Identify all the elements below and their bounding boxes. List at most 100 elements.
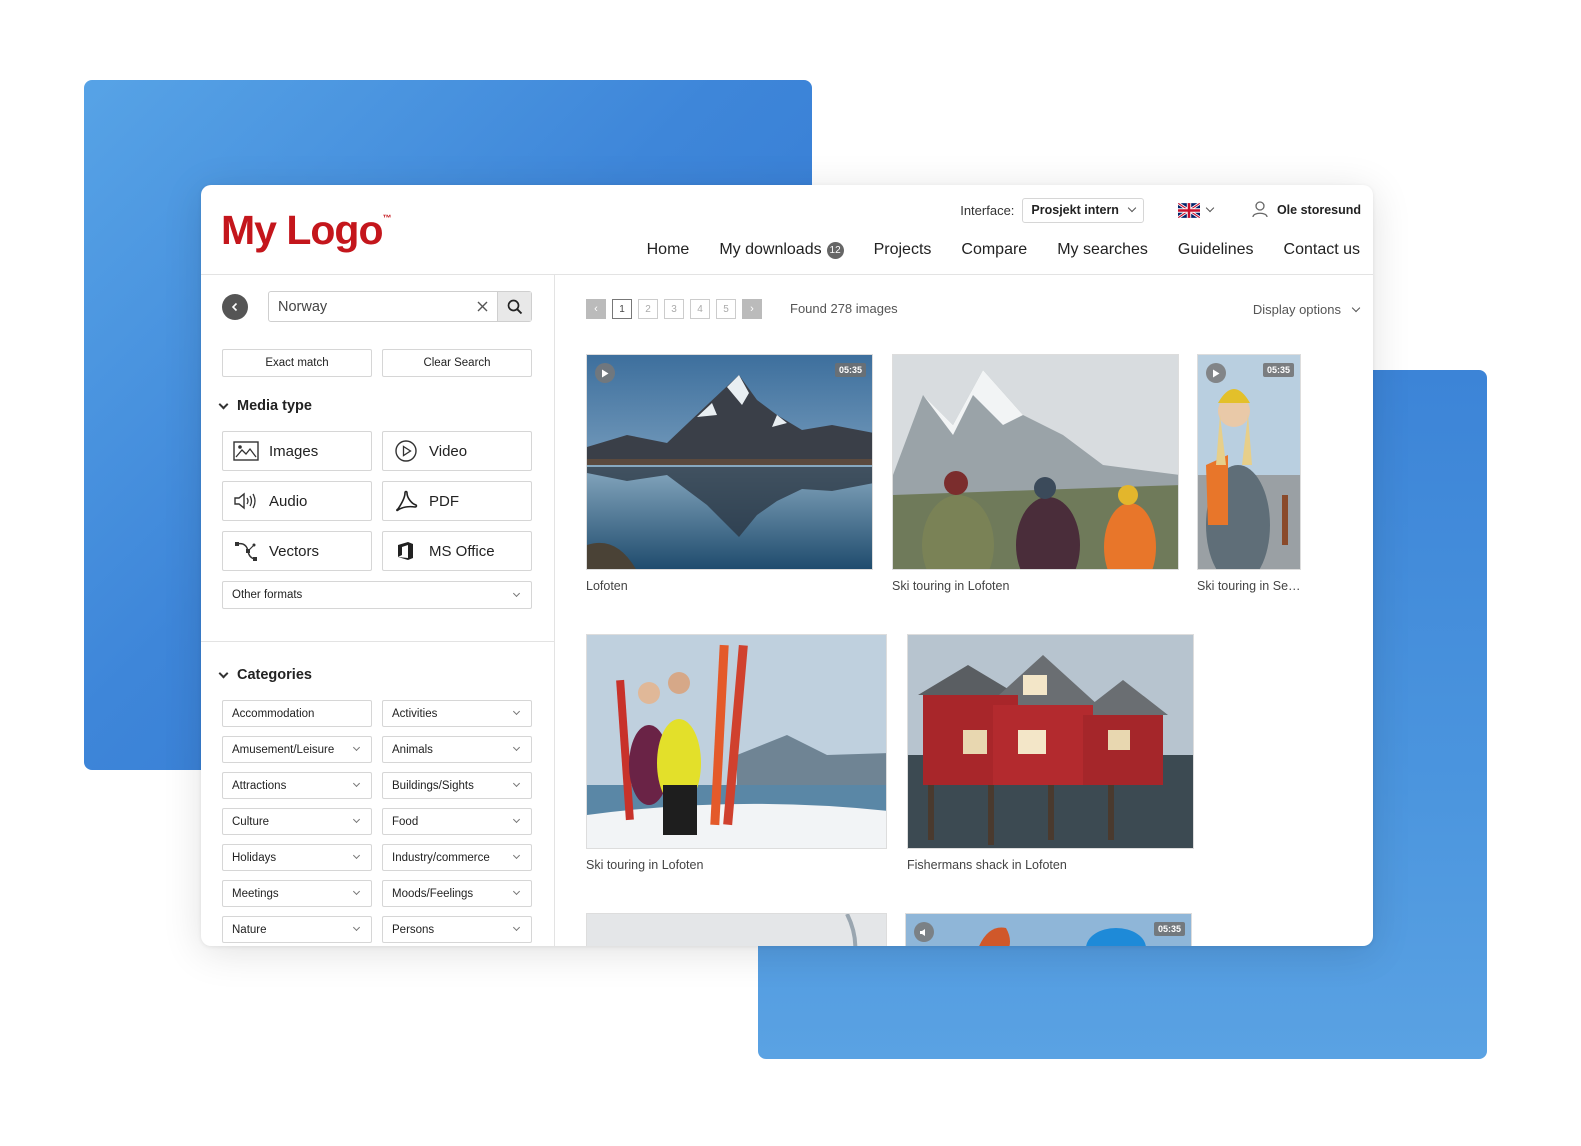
category-moods-feelings[interactable]: Moods/Feelings bbox=[382, 880, 532, 907]
media-type-grid: Images Video Audio PDF Vectors MS Office bbox=[222, 431, 532, 571]
category-animals[interactable]: Animals bbox=[382, 736, 532, 763]
chevron-down-icon bbox=[352, 851, 361, 860]
category-label: Animals bbox=[392, 743, 433, 756]
media-vectors-label: Vectors bbox=[269, 542, 320, 560]
category-label: Meetings bbox=[232, 887, 279, 900]
category-nature[interactable]: Nature bbox=[222, 916, 372, 943]
category-label: Buildings/Sights bbox=[392, 779, 474, 792]
category-activities[interactable]: Activities bbox=[382, 700, 532, 727]
search-icon bbox=[507, 299, 522, 314]
result-card[interactable]: Fishermans shack in Lofoten bbox=[907, 634, 1194, 874]
nav-my-searches[interactable]: My searches bbox=[1057, 241, 1148, 259]
category-meetings[interactable]: Meetings bbox=[222, 880, 372, 907]
uk-flag-icon bbox=[1177, 202, 1200, 218]
speaker-icon bbox=[223, 491, 269, 511]
result-thumbnail[interactable]: 05:35 bbox=[1197, 354, 1301, 570]
downloads-count-badge: 12 bbox=[826, 241, 844, 259]
nav-contact-us[interactable]: Contact us bbox=[1284, 241, 1360, 259]
close-icon[interactable] bbox=[467, 292, 497, 321]
page-link[interactable]: 5 bbox=[716, 299, 736, 319]
media-ms-office-button[interactable]: MS Office bbox=[382, 531, 532, 571]
back-button[interactable] bbox=[222, 294, 248, 320]
page-link[interactable]: 3 bbox=[664, 299, 684, 319]
media-vectors-button[interactable]: Vectors bbox=[222, 531, 372, 571]
chevron-down-icon bbox=[512, 707, 521, 716]
category-label: Nature bbox=[232, 923, 267, 936]
media-pdf-button[interactable]: PDF bbox=[382, 481, 532, 521]
page-link[interactable]: 2 bbox=[638, 299, 658, 319]
nav-my-downloads[interactable]: My downloads 12 bbox=[719, 241, 844, 259]
category-culture[interactable]: Culture bbox=[222, 808, 372, 835]
result-card[interactable]: 05:35 Ski touring in Se… bbox=[1197, 354, 1301, 594]
category-industry-commerce[interactable]: Industry/commerce bbox=[382, 844, 532, 871]
result-count: Found 278 images bbox=[790, 301, 898, 316]
page-link[interactable]: 4 bbox=[690, 299, 710, 319]
category-attractions[interactable]: Attractions bbox=[222, 772, 372, 799]
result-card[interactable]: 05:35 bbox=[905, 913, 1192, 946]
category-label: Culture bbox=[232, 815, 270, 828]
category-holidays[interactable]: Holidays bbox=[222, 844, 372, 871]
user-menu[interactable]: Ole storesund bbox=[1251, 200, 1361, 221]
media-images-button[interactable]: Images bbox=[222, 431, 372, 471]
chevron-down-icon bbox=[352, 779, 361, 788]
chevron-down-icon bbox=[218, 399, 229, 409]
category-buildings-sights[interactable]: Buildings/Sights bbox=[382, 772, 532, 799]
clear-search-button[interactable]: Clear Search bbox=[382, 349, 532, 377]
results-area: ‹ 1 2 3 4 5 › Found 278 images Display o… bbox=[556, 275, 1373, 946]
chevron-down-icon bbox=[352, 887, 361, 896]
topbar: Interface: Prosjekt intern Ole storesund bbox=[960, 197, 1361, 223]
category-accommodation[interactable]: Accommodation bbox=[222, 700, 372, 727]
result-thumbnail[interactable]: 05:35 bbox=[905, 913, 1192, 946]
page-link[interactable]: 1 bbox=[612, 299, 632, 319]
result-card[interactable]: 05:35 Lofoten bbox=[586, 354, 873, 594]
media-type-toggle[interactable]: Media type bbox=[218, 398, 312, 414]
result-thumbnail[interactable] bbox=[586, 634, 887, 849]
nav-home[interactable]: Home bbox=[647, 241, 690, 259]
chevron-down-icon bbox=[352, 743, 361, 752]
result-thumbnail[interactable] bbox=[907, 634, 1194, 849]
media-ms-office-label: MS Office bbox=[429, 542, 495, 560]
result-card[interactable]: Ski touring in Lofoten bbox=[892, 354, 1179, 594]
interface-select[interactable]: Prosjekt intern bbox=[1022, 197, 1144, 223]
prev-page-button[interactable]: ‹ bbox=[586, 299, 606, 319]
nav-compare[interactable]: Compare bbox=[961, 241, 1027, 259]
category-label: Moods/Feelings bbox=[392, 887, 474, 900]
categories-title: Categories bbox=[237, 667, 312, 683]
vector-icon bbox=[223, 539, 269, 563]
nav-projects[interactable]: Projects bbox=[874, 241, 932, 259]
other-formats-select[interactable]: Other formats bbox=[222, 581, 532, 609]
interface-label: Interface: bbox=[960, 202, 1015, 218]
media-type-title: Media type bbox=[237, 398, 312, 414]
chevron-left-icon bbox=[231, 302, 238, 312]
display-options-button[interactable]: Display options bbox=[1253, 302, 1361, 317]
nav-guidelines[interactable]: Guidelines bbox=[1178, 241, 1254, 259]
header: My Logo™ Interface: Prosjekt intern Ole … bbox=[201, 185, 1373, 275]
user-icon bbox=[1251, 200, 1269, 221]
category-label: Accommodation bbox=[232, 707, 315, 720]
category-persons[interactable]: Persons bbox=[382, 916, 532, 943]
logo[interactable]: My Logo™ bbox=[221, 207, 392, 254]
category-label: Food bbox=[392, 815, 419, 828]
chevron-down-icon bbox=[512, 887, 521, 896]
language-select[interactable] bbox=[1152, 202, 1215, 218]
media-audio-label: Audio bbox=[269, 492, 308, 510]
chevron-down-icon bbox=[512, 815, 521, 824]
media-video-button[interactable]: Video bbox=[382, 431, 532, 471]
result-thumbnail[interactable]: 05:35 bbox=[586, 354, 873, 570]
chevron-down-icon bbox=[1205, 203, 1215, 213]
duration-badge: 05:35 bbox=[1262, 363, 1294, 377]
category-amusement-leisure[interactable]: Amusement/Leisure bbox=[222, 736, 372, 763]
result-card[interactable]: Ski touring in Lofoten bbox=[586, 634, 887, 874]
categories-toggle[interactable]: Categories bbox=[218, 667, 312, 683]
result-thumbnail[interactable] bbox=[892, 354, 1179, 570]
search-input[interactable]: Norway bbox=[269, 299, 467, 315]
category-food[interactable]: Food bbox=[382, 808, 532, 835]
media-audio-button[interactable]: Audio bbox=[222, 481, 372, 521]
sidebar-divider bbox=[201, 641, 555, 642]
result-card[interactable] bbox=[586, 913, 887, 946]
exact-match-button[interactable]: Exact match bbox=[222, 349, 372, 377]
next-page-button[interactable]: › bbox=[742, 299, 762, 319]
result-thumbnail[interactable] bbox=[586, 913, 887, 946]
search-button[interactable] bbox=[497, 292, 531, 321]
media-pdf-label: PDF bbox=[429, 492, 459, 510]
